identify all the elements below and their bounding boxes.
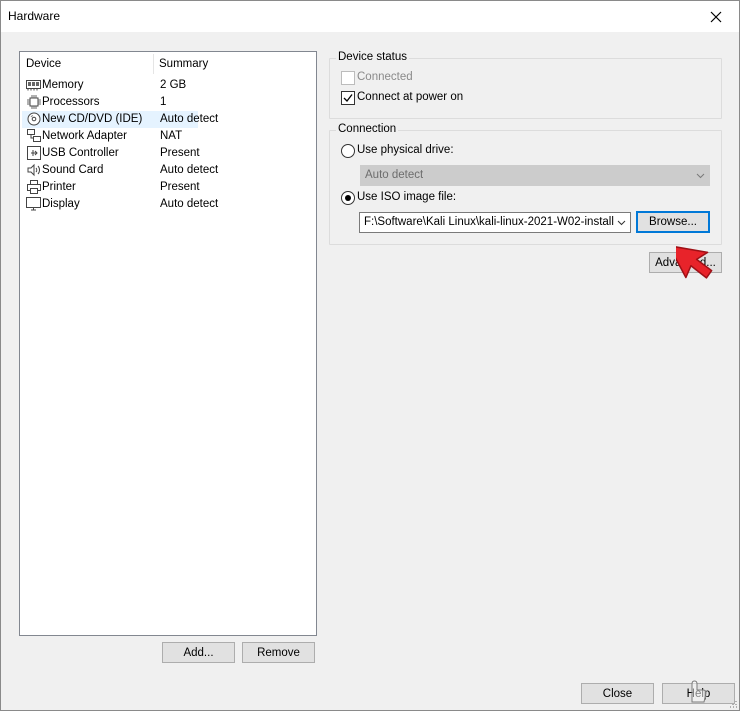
device-name: Sound Card bbox=[42, 164, 104, 176]
physical-drive-select[interactable]: Auto detect bbox=[360, 165, 710, 186]
printer-icon bbox=[26, 180, 41, 194]
add-button[interactable]: Add... bbox=[162, 642, 235, 663]
iso-path-combo[interactable]: F:\Software\Kali Linux\kali-linux-2021-W… bbox=[359, 212, 631, 233]
device-name: Display bbox=[42, 198, 80, 210]
device-row-usb-controller[interactable]: USB Controller Present bbox=[22, 145, 314, 162]
memory-icon bbox=[26, 78, 41, 92]
close-icon bbox=[710, 11, 722, 22]
device-summary: Auto detect bbox=[160, 113, 219, 125]
use-physical-drive-label: Use physical drive: bbox=[357, 144, 454, 156]
close-window-button[interactable] bbox=[693, 1, 739, 32]
device-summary: Auto detect bbox=[160, 164, 219, 176]
device-name: Memory bbox=[42, 79, 84, 91]
device-name: New CD/DVD (IDE) bbox=[42, 113, 143, 125]
use-iso-image-radio[interactable] bbox=[341, 191, 355, 205]
device-summary: Present bbox=[160, 181, 200, 193]
column-header-summary[interactable]: Summary bbox=[159, 58, 208, 70]
device-row-network-adapter[interactable]: Network Adapter NAT bbox=[22, 128, 314, 145]
hardware-dialog: Hardware Device Summary Memory 2 GB Proc… bbox=[0, 0, 740, 711]
connect-at-power-on-label: Connect at power on bbox=[357, 91, 464, 103]
title-bar: Hardware bbox=[1, 1, 739, 32]
device-summary: 1 bbox=[160, 96, 167, 108]
device-summary: 2 GB bbox=[160, 79, 187, 91]
device-summary: NAT bbox=[160, 130, 183, 142]
connection-label: Connection bbox=[336, 123, 399, 135]
connect-at-power-on-checkbox[interactable] bbox=[341, 91, 355, 105]
connected-checkbox[interactable] bbox=[341, 71, 355, 85]
browse-button[interactable]: Browse... bbox=[636, 211, 710, 233]
device-status-label: Device status bbox=[336, 51, 410, 63]
device-name: Processors bbox=[42, 96, 100, 108]
network-adapter-icon bbox=[26, 129, 41, 143]
checkmark-icon bbox=[343, 94, 353, 102]
column-separator[interactable] bbox=[153, 54, 154, 74]
device-summary: Present bbox=[160, 147, 200, 159]
watermark-hand-icon bbox=[691, 680, 707, 703]
display-icon bbox=[26, 197, 41, 211]
device-name: Network Adapter bbox=[42, 130, 128, 142]
window-title: Hardware bbox=[8, 9, 61, 23]
device-summary: Auto detect bbox=[160, 198, 219, 210]
column-header-device[interactable]: Device bbox=[26, 58, 61, 70]
device-name: USB Controller bbox=[42, 147, 119, 159]
device-row-printer[interactable]: Printer Present bbox=[22, 179, 314, 196]
device-row-display[interactable]: Display Auto detect bbox=[22, 196, 314, 213]
physical-drive-value: Auto detect bbox=[365, 169, 424, 181]
list-header: Device Summary bbox=[20, 52, 316, 76]
device-status-group: Device status Connected Connect at power… bbox=[329, 51, 722, 119]
device-row-processors[interactable]: Processors 1 bbox=[22, 94, 314, 111]
connected-label: Connected bbox=[357, 71, 413, 83]
processor-icon bbox=[26, 95, 41, 109]
device-name: Printer bbox=[42, 181, 76, 193]
device-row-sound-card[interactable]: Sound Card Auto detect bbox=[22, 162, 314, 179]
resize-grip-icon[interactable] bbox=[726, 697, 737, 708]
use-iso-image-label: Use ISO image file: bbox=[357, 191, 457, 203]
cd-dvd-icon bbox=[26, 112, 41, 126]
red-pointer-arrow-icon bbox=[676, 244, 713, 279]
sound-card-icon bbox=[26, 163, 41, 177]
connection-group: Connection Use physical drive: Auto dete… bbox=[329, 123, 722, 245]
device-list[interactable]: Device Summary Memory 2 GB Processors 1 … bbox=[19, 51, 317, 636]
close-button[interactable]: Close bbox=[581, 683, 654, 704]
chevron-down-icon bbox=[696, 173, 705, 179]
usb-icon bbox=[26, 146, 41, 160]
device-row-memory[interactable]: Memory 2 GB bbox=[22, 77, 314, 94]
iso-path-value: F:\Software\Kali Linux\kali-linux-2021-W… bbox=[364, 216, 614, 228]
chevron-down-icon bbox=[617, 220, 626, 226]
device-row-cd-dvd[interactable]: New CD/DVD (IDE) Auto detect bbox=[22, 111, 314, 128]
use-physical-drive-radio[interactable] bbox=[341, 144, 355, 158]
remove-button[interactable]: Remove bbox=[242, 642, 315, 663]
